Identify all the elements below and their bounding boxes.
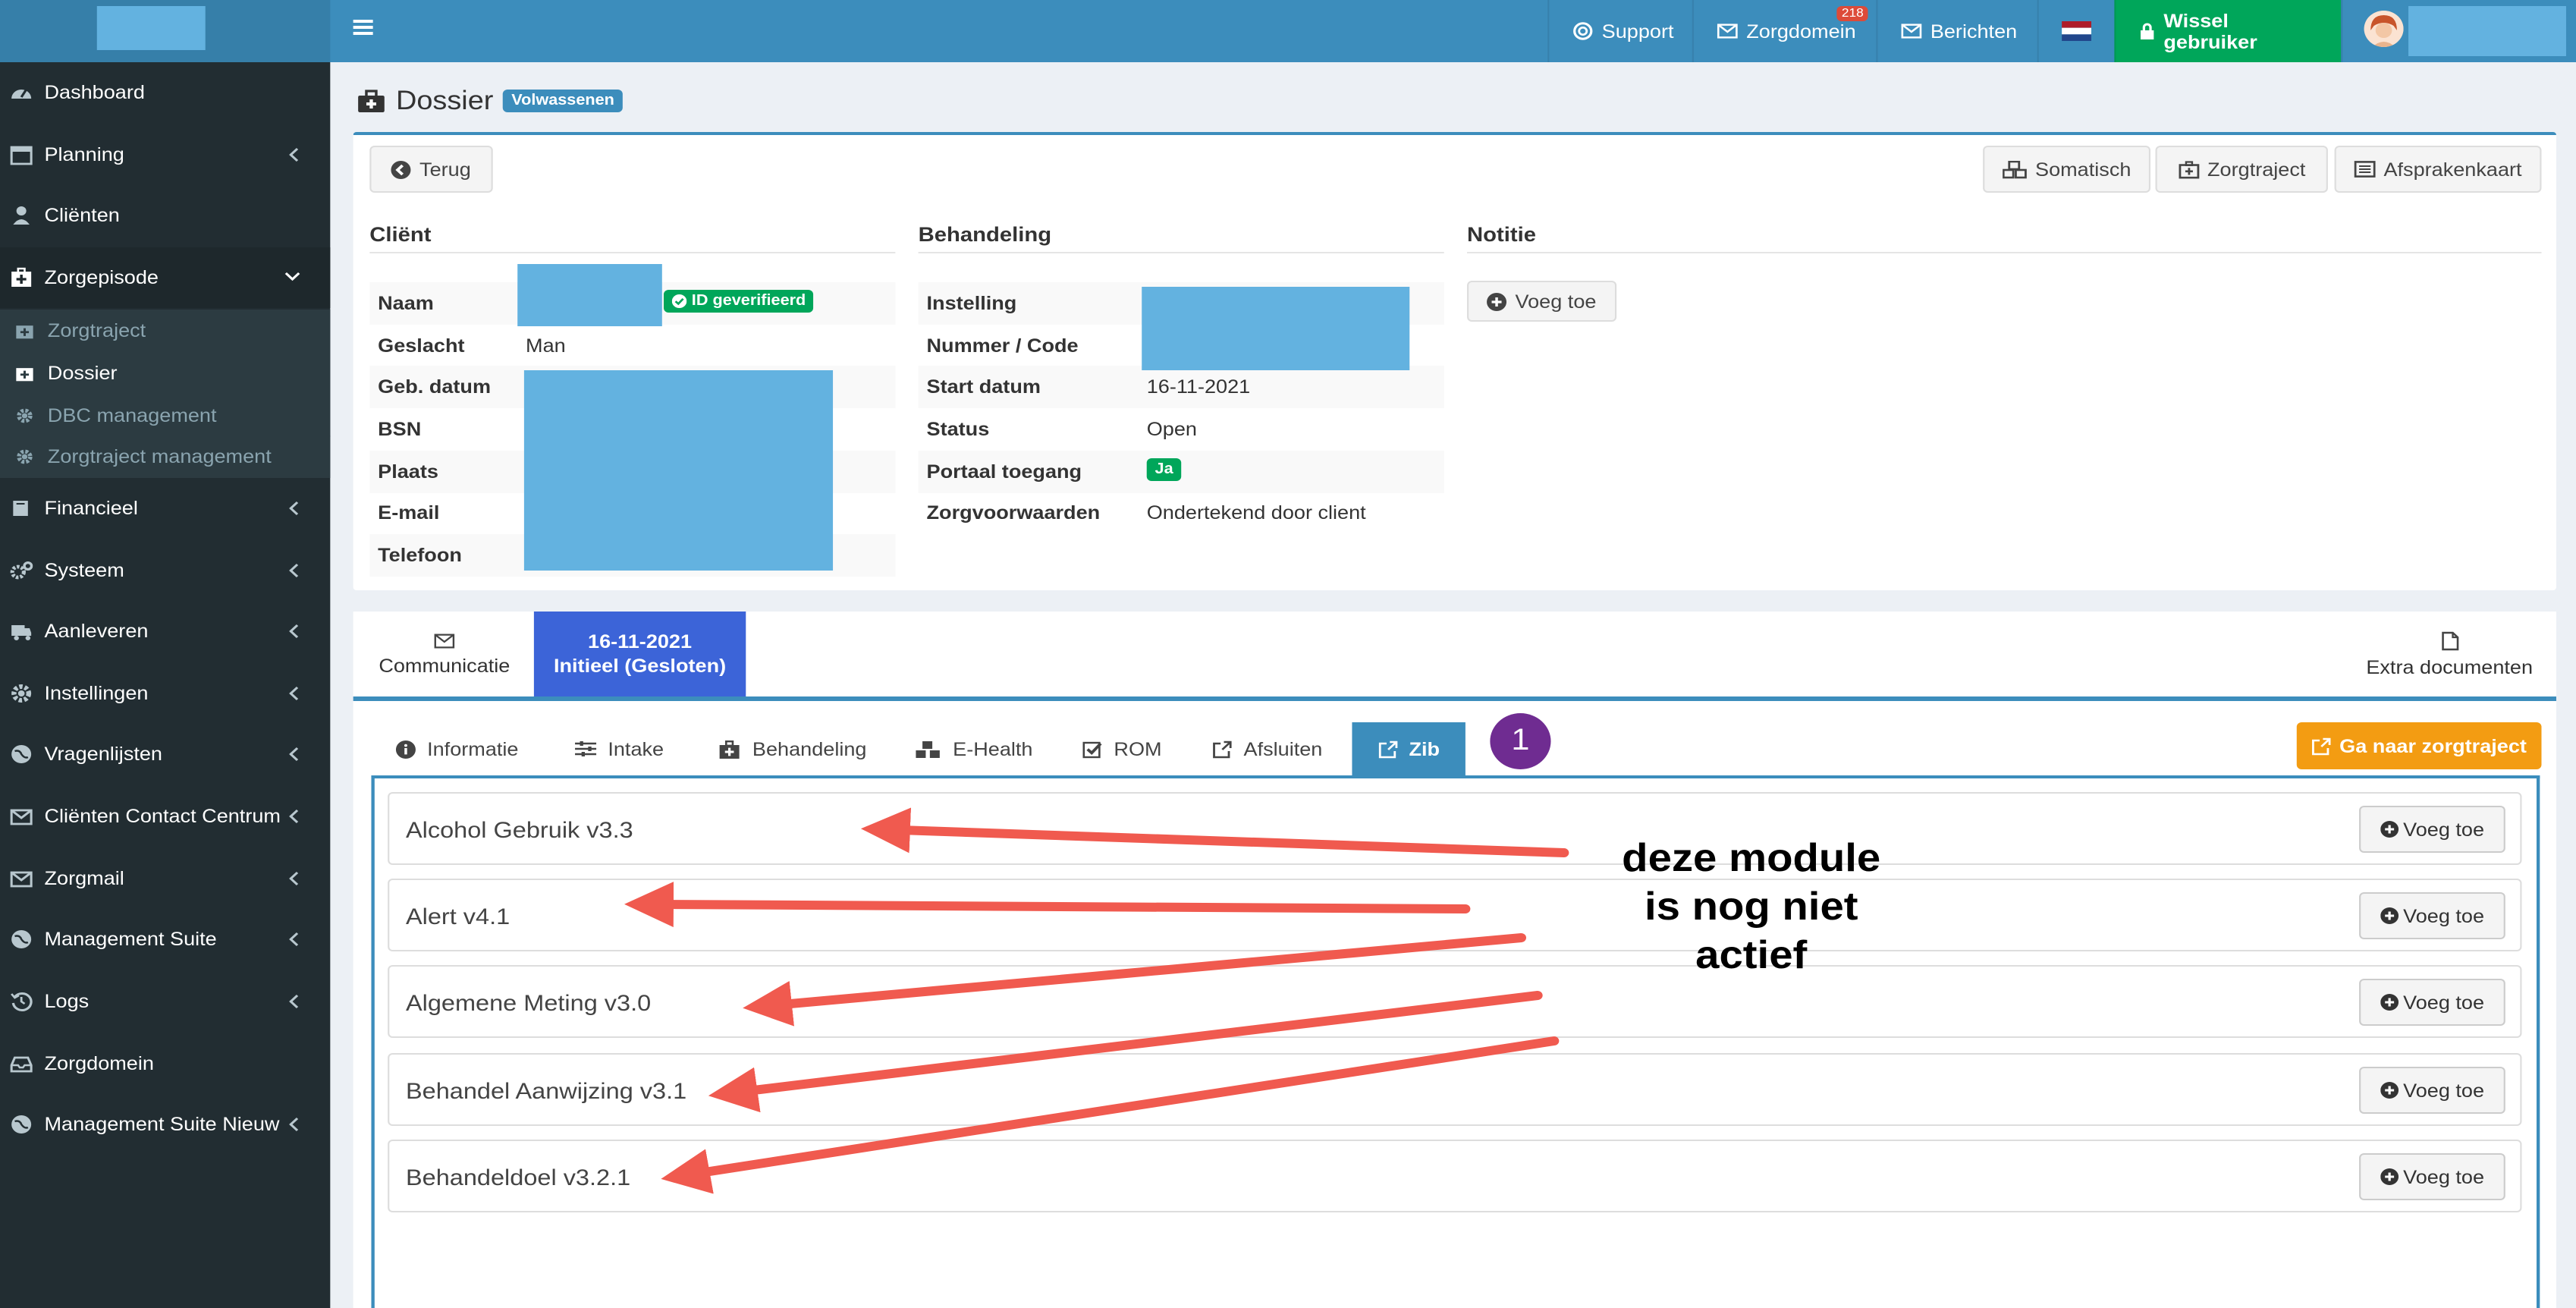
annotation-arrows [624,807,1569,1194]
annotation-arrow [743,933,1527,1027]
annotation-arrow [661,1036,1560,1194]
annotation-text: deze module is nog niet actief [1587,833,1915,979]
annotation-line: actief [1695,932,1808,977]
annotation-arrow [624,882,1471,928]
annotation-line: deze module [1622,835,1881,880]
annotation-arrow [860,807,1569,857]
annotation-arrow [708,991,1543,1113]
annotation-line: is nog niet [1644,883,1858,929]
